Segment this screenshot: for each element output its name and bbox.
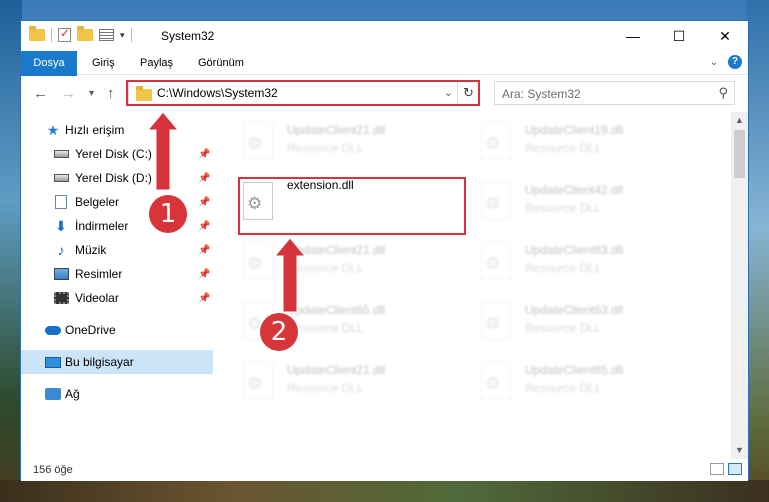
step-1-badge: 1 — [149, 195, 187, 233]
arrow-1 — [146, 111, 180, 191]
arrow-2 — [273, 237, 307, 313]
annotation-arrows — [146, 111, 307, 313]
step-2-badge: 2 — [260, 313, 298, 351]
